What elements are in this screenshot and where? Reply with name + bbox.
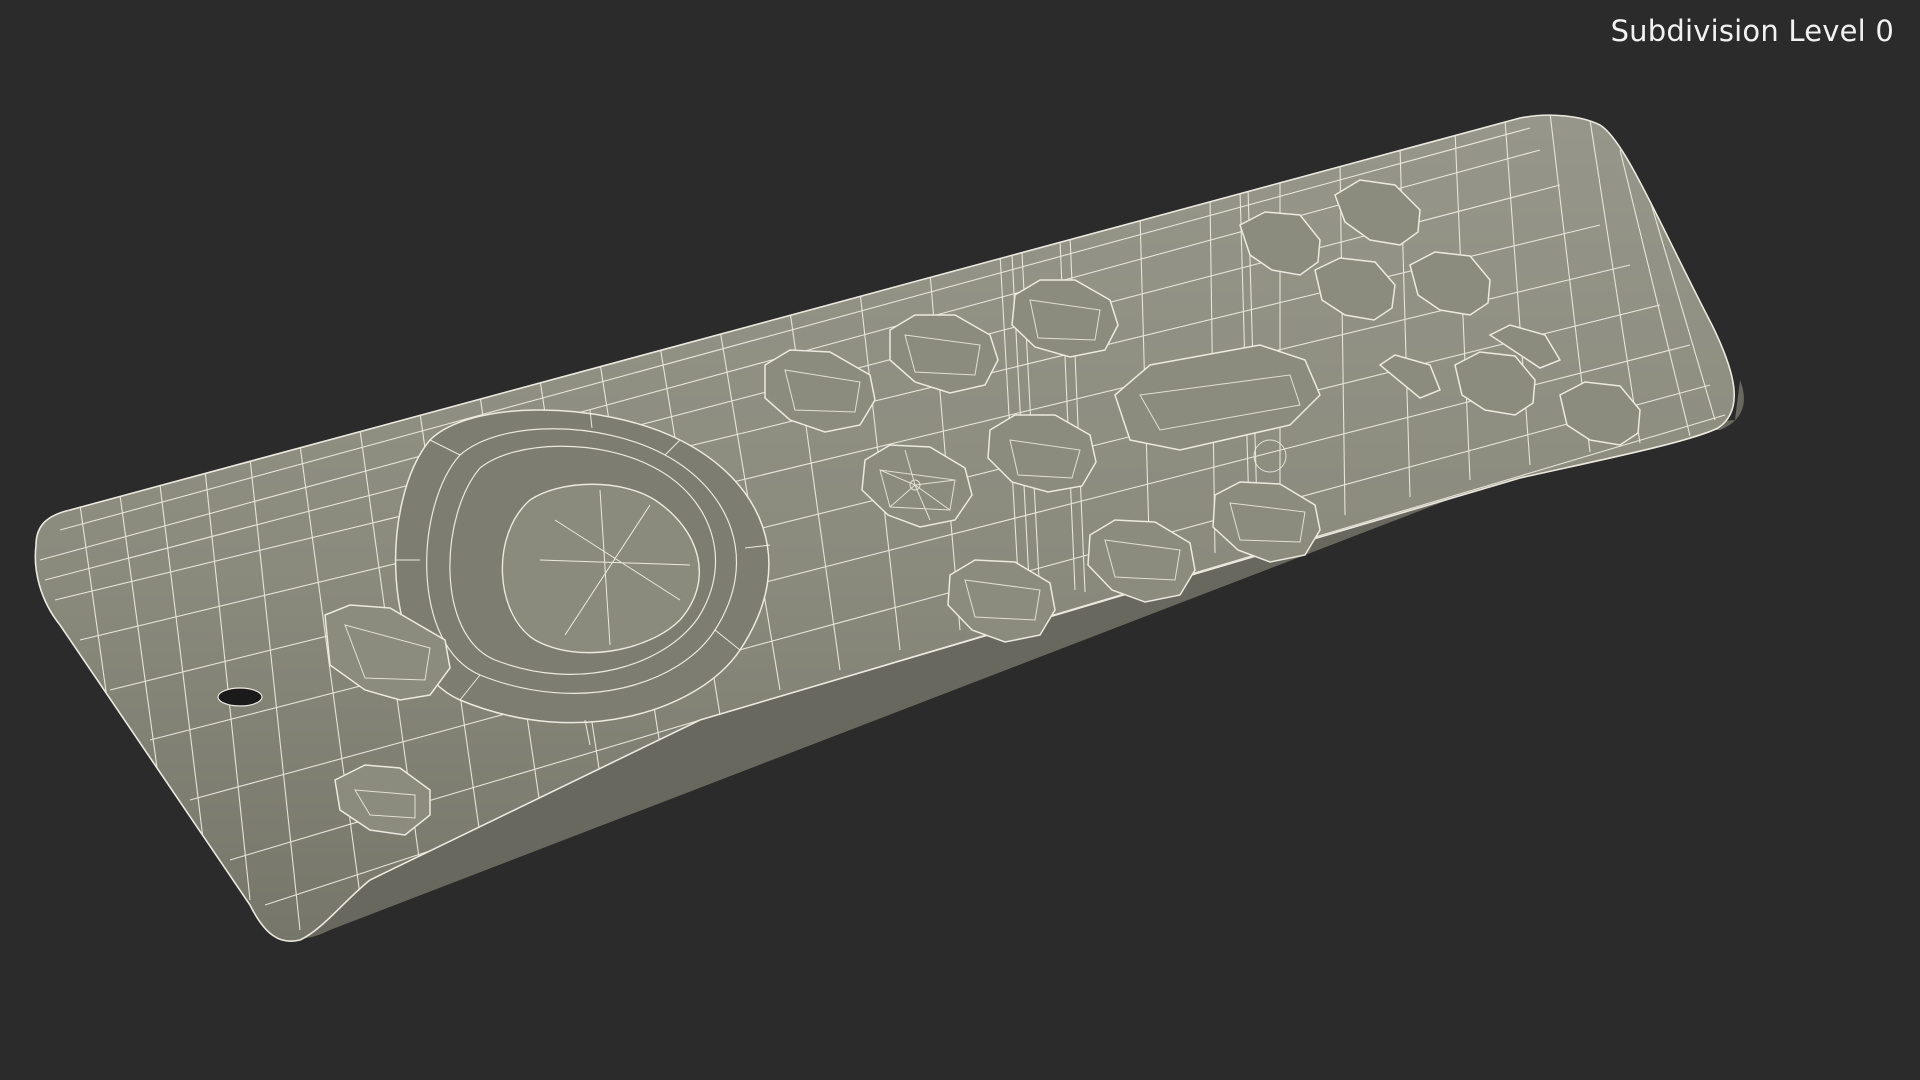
- lanyard-hole: [217, 687, 263, 707]
- remote-control-model: [34, 114, 1744, 942]
- 3d-viewport[interactable]: Subdivision Level 0: [0, 0, 1920, 1080]
- remote-body: [34, 114, 1744, 942]
